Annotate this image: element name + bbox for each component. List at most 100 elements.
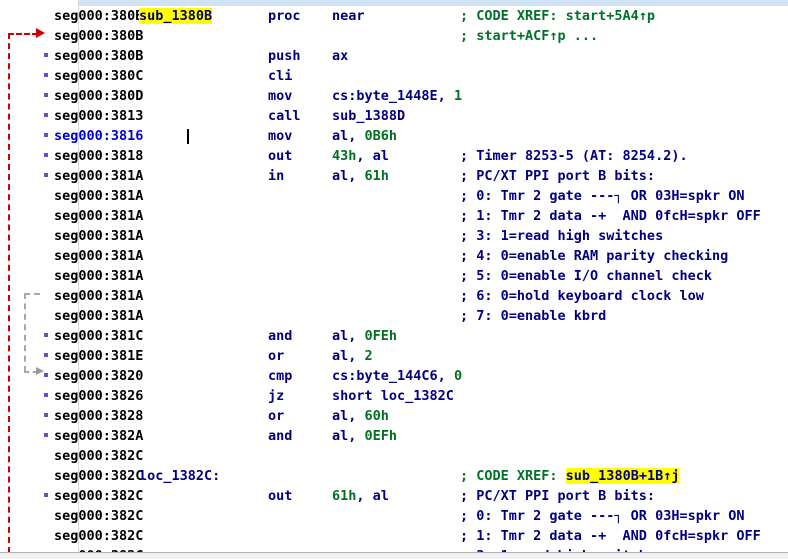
line-marker-dot-icon [44,373,48,377]
instruction-operands[interactable]: al, 0B6h [332,126,397,146]
instruction-mnemonic[interactable]: call [268,106,301,126]
disassembly-line[interactable]: seg000:381A ; 0: Tmr 2 gate ---┐ OR 03H=s… [0,186,788,206]
line-comment[interactable]: ; 5: 0=enable I/O channel check [460,266,712,286]
line-comment[interactable]: ; PC/XT PPI port B bits: [460,486,655,506]
instruction-operands[interactable]: cs:byte_144C6, 0 [332,366,462,386]
disassembly-line-list[interactable]: seg000:380B sub_1380B proc near ; CODE XREF:… [0,6,788,559]
instruction-mnemonic[interactable]: and [268,426,292,446]
instruction-mnemonic[interactable]: or [268,406,284,426]
operand-token: 0B6h [364,128,398,144]
operand-token: , [356,148,365,164]
line-comment[interactable]: ; 1: Tmr 2 data -+ AND 0fcH=spkr OFF [460,206,761,226]
disassembly-line[interactable]: seg000:3828 or al, 60h [0,406,788,426]
operand-token [365,488,373,504]
instruction-mnemonic[interactable]: or [268,346,284,366]
line-address: seg000:381C [54,328,144,344]
disassembly-line[interactable]: seg000:381A ; 7: 0=enable kbrd [0,306,788,326]
horizontal-scrollbar[interactable] [0,552,788,559]
instruction-operands[interactable]: al, 61h [332,166,389,186]
disassembly-line[interactable]: seg000:381A in al, 61h ; PC/XT PPI port B b… [0,166,788,186]
disassembly-line[interactable]: seg000:380B sub_1380B proc near ; CODE XREF:… [0,6,788,26]
disassembly-line[interactable]: seg000:381A ; 1: Tmr 2 data -+ AND 0fcH=s… [0,206,788,226]
instruction-mnemonic[interactable]: cmp [268,366,292,386]
operand-token: al [372,488,389,504]
operand-token: , [356,488,365,504]
instruction-mnemonic[interactable]: push [268,46,301,66]
line-marker-dot-icon [44,433,48,437]
disassembly-line[interactable]: seg000:380C cli [0,66,788,86]
label-name[interactable]: loc_1382C: [139,466,220,486]
disassembly-line[interactable]: seg000:382C ; 1: Tmr 2 data -+ AND 0fcH=s… [0,526,788,546]
instruction-operands[interactable]: ax [332,46,348,66]
instruction-mnemonic[interactable]: mov [268,86,292,106]
disassembly-line[interactable]: seg000:381A ; 6: 0=hold keyboard clock lo… [0,286,788,306]
line-comment[interactable]: ; 3: 1=read high switches [460,226,663,246]
instruction-operands[interactable]: short loc_1382C [332,386,454,406]
line-marker-dot-icon [44,493,48,497]
disassembly-line[interactable]: seg000:382C loc_1382C: ; CODE XREF: sub_13… [0,466,788,486]
line-marker-dot-icon [44,173,48,177]
line-comment[interactable]: ; 0: Tmr 2 gate ---┐ OR 03H=spkr ON [460,186,744,206]
disassembly-line[interactable]: seg000:381A ; 4: 0=enable RAM parity chec… [0,246,788,266]
instruction-mnemonic[interactable]: and [268,326,292,346]
instruction-mnemonic[interactable]: jz [268,386,284,406]
instruction-operands[interactable]: cs:byte_1448E, 1 [332,86,462,106]
line-comment[interactable]: ; start+ACF↑p ... [460,26,598,46]
disassembly-line[interactable]: seg000:382C out 61h, al ; PC/XT PPI port B … [0,486,788,506]
line-marker-dot-icon [44,53,48,57]
line-address: seg000:381E [54,348,144,364]
disassembly-line[interactable]: seg000:3820 cmp cs:byte_144C6, 0 [0,366,788,386]
instruction-mnemonic[interactable]: cli [268,66,292,86]
line-comment[interactable]: ; 4: 0=enable RAM parity checking [460,246,728,266]
disassembly-line[interactable]: seg000:381C and al, 0FEh [0,326,788,346]
line-address: seg000:380C [54,68,144,84]
instruction-operands[interactable]: near [332,6,365,26]
disassembly-line[interactable]: seg000:382C ; 0: Tmr 2 gate ---┐ OR 03H=s… [0,506,788,526]
line-address: seg000:382C [54,488,144,504]
disassembly-view[interactable]: seg000:380B sub_1380B proc near ; CODE XREF:… [0,0,788,559]
operand-token: al [332,328,349,344]
line-comment[interactable]: ; Timer 8253-5 (AT: 8254.2). [460,146,688,166]
line-comment[interactable]: ; 0: Tmr 2 gate ---┐ OR 03H=spkr ON [460,506,744,526]
disassembly-line[interactable]: seg000:380D mov cs:byte_1448E, 1 [0,86,788,106]
disassembly-line[interactable]: seg000:381A ; 5: 0=enable I/O channel che… [0,266,788,286]
disassembly-line[interactable]: seg000:381E or al, 2 [0,346,788,366]
instruction-operands[interactable]: 61h, al [332,486,389,506]
disassembly-line[interactable]: seg000:3816 mov al, 0B6h [0,126,788,146]
line-comment[interactable]: ; CODE XREF: start+5A4↑p [460,6,655,26]
line-address: seg000:381A [54,208,144,224]
instruction-mnemonic[interactable]: proc [268,6,301,26]
instruction-operands[interactable]: al, 60h [332,406,389,426]
operand-token [446,88,454,104]
line-marker-dot-icon [44,73,48,77]
instruction-operands[interactable]: al, 2 [332,346,373,366]
instruction-mnemonic[interactable]: out [268,486,292,506]
line-comment[interactable]: ; 6: 0=hold keyboard clock low [460,286,704,306]
instruction-operands[interactable]: sub_1388D [332,106,405,126]
instruction-mnemonic[interactable]: mov [268,126,292,146]
highlighted-xref-target[interactable]: sub_1380B+1B↑j [565,468,680,484]
disassembly-line[interactable]: seg000:3826 jz short loc_1382C [0,386,788,406]
instruction-mnemonic[interactable]: out [268,146,292,166]
disassembly-line[interactable]: seg000:3813 call sub_1388D [0,106,788,126]
operand-token: 61h [332,488,357,504]
line-comment[interactable]: ; PC/XT PPI port B bits: [460,166,655,186]
line-address: seg000:380B [54,48,144,64]
instruction-operands[interactable]: 43h, al [332,146,389,166]
disassembly-line[interactable]: seg000:380B ; start+ACF↑p ... [0,26,788,46]
disassembly-line[interactable]: seg000:382A and al, 0EFh [0,426,788,446]
disassembly-line[interactable]: seg000:382C [0,446,788,466]
operand-token [356,428,364,444]
instruction-operands[interactable]: al, 0FEh [332,326,397,346]
line-marker-dot-icon [44,413,48,417]
line-comment[interactable]: ; CODE XREF: sub_1380B+1B↑j [460,466,680,486]
line-comment[interactable]: ; 1: Tmr 2 data -+ AND 0fcH=spkr OFF [460,526,761,546]
disassembly-line[interactable]: seg000:3818 out 43h, al ; Timer 8253-5 (AT:… [0,146,788,166]
instruction-operands[interactable]: al, 0EFh [332,426,397,446]
disassembly-line[interactable]: seg000:380B push ax [0,46,788,66]
highlighted-symbol-name[interactable]: sub_1380B [139,6,213,26]
line-comment[interactable]: ; 7: 0=enable kbrd [460,306,606,326]
disassembly-line[interactable]: seg000:381A ; 3: 1=read high switches [0,226,788,246]
instruction-mnemonic[interactable]: in [268,166,284,186]
operand-token: short [332,388,373,404]
